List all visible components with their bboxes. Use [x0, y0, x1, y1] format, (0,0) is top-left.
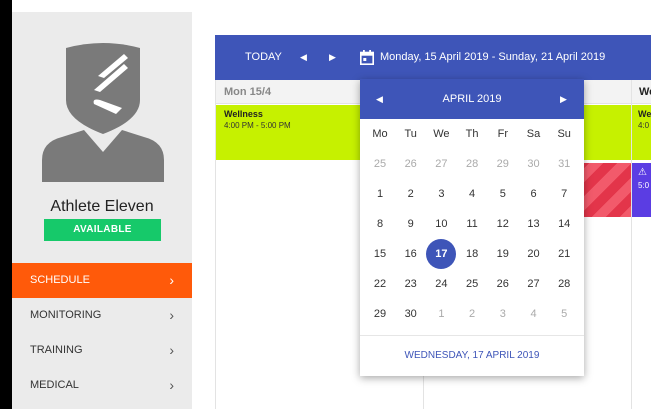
day-cell[interactable]: 12 [488, 209, 518, 239]
calendar-toolbar: TODAY ◀ ▶ Monday, 15 April 2019 - Sunday… [215, 35, 651, 80]
day-cell[interactable]: 18 [457, 239, 487, 269]
weekday-label: Sa [526, 128, 541, 140]
day-cell[interactable]: 26 [396, 149, 426, 179]
day-cell[interactable]: 9 [396, 209, 426, 239]
date-picker: APRIL 2019 ◀ ▶ Mo Tu We Th Fr Sa Su 25 26 27 28 29… [360, 79, 584, 376]
selected-date-label[interactable]: WEDNESDAY, 17 APRIL 2019 [360, 335, 584, 376]
day-cell-selected[interactable]: 17 [426, 239, 457, 269]
day-cell[interactable]: 25 [457, 269, 487, 299]
day-cell[interactable]: 25 [365, 149, 395, 179]
day-cell[interactable]: 7 [549, 179, 579, 209]
day-cell[interactable]: 22 [365, 269, 395, 299]
chevron-right-icon: › [169, 342, 174, 358]
nav-item-label: SCHEDULE [30, 274, 90, 286]
day-cell[interactable]: 14 [549, 209, 579, 239]
day-cell[interactable]: 31 [549, 149, 579, 179]
chevron-right-icon: › [169, 307, 174, 323]
day-cell[interactable]: 1 [426, 299, 456, 329]
day-cell[interactable]: 13 [519, 209, 549, 239]
weekday-label: Mo [372, 128, 388, 140]
weekday-label: Fr [497, 128, 508, 140]
day-cell[interactable]: 11 [457, 209, 487, 239]
day-cell[interactable]: 28 [549, 269, 579, 299]
day-cell[interactable]: 2 [457, 299, 487, 329]
prev-week-button[interactable]: ◀ [300, 35, 307, 80]
day-cell[interactable]: 28 [457, 149, 487, 179]
avatar-icon [42, 43, 164, 182]
nav-item-schedule[interactable]: SCHEDULE › [12, 263, 192, 298]
day-cell[interactable]: 10 [426, 209, 456, 239]
today-button[interactable]: TODAY [245, 35, 282, 80]
day-cell[interactable]: 21 [549, 239, 579, 269]
status-badge: AVAILABLE [44, 219, 161, 241]
day-cell[interactable]: 29 [365, 299, 395, 329]
day-cell[interactable]: 15 [365, 239, 395, 269]
prev-month-button[interactable]: ◀ [376, 79, 383, 119]
nav-item-training[interactable]: TRAINING › [12, 333, 192, 368]
day-cell[interactable]: 1 [365, 179, 395, 209]
sidebar-nav: SCHEDULE › MONITORING › TRAINING › MEDIC… [12, 263, 192, 403]
day-cell[interactable]: 19 [488, 239, 518, 269]
day-cell[interactable]: 16 [396, 239, 426, 269]
day-cell[interactable]: 30 [519, 149, 549, 179]
event-time: 5:0 [638, 181, 650, 190]
month-label[interactable]: APRIL 2019 [360, 79, 584, 119]
nav-item-monitoring[interactable]: MONITORING › [12, 298, 192, 333]
day-cell[interactable]: 4 [457, 179, 487, 209]
nav-item-label: MEDICAL [30, 379, 79, 391]
day-cell[interactable]: 27 [426, 149, 456, 179]
day-cell[interactable]: 20 [519, 239, 549, 269]
weekday-label: Tu [404, 128, 417, 140]
day-cell[interactable]: 24 [426, 269, 456, 299]
day-cell[interactable]: 6 [519, 179, 549, 209]
nav-item-label: TRAINING [30, 344, 83, 356]
day-cell[interactable]: 26 [488, 269, 518, 299]
chevron-right-icon: › [169, 272, 174, 288]
warning-icon: ⚠ [638, 167, 647, 178]
weekday-label: We [433, 128, 450, 140]
nav-item-medical[interactable]: MEDICAL › [12, 368, 192, 403]
nav-item-label: MONITORING [30, 309, 102, 321]
date-picker-header: APRIL 2019 ◀ ▶ [360, 79, 584, 119]
day-cell[interactable]: 8 [365, 209, 395, 239]
next-month-button[interactable]: ▶ [560, 79, 567, 119]
weekday-label: Su [557, 128, 571, 140]
day-cell[interactable]: 2 [396, 179, 426, 209]
event-time: 4:0 [638, 121, 650, 130]
weekday-label: Th [465, 128, 479, 140]
next-week-button[interactable]: ▶ [329, 35, 336, 80]
day-cell[interactable]: 27 [519, 269, 549, 299]
day-cell[interactable]: 23 [396, 269, 426, 299]
day-cell[interactable]: 5 [488, 179, 518, 209]
day-cell[interactable]: 3 [488, 299, 518, 329]
athlete-name: Athlete Eleven [50, 198, 154, 215]
day-cell[interactable]: 3 [426, 179, 456, 209]
event-wed[interactable]: We 4:0 [632, 105, 651, 160]
sidebar: Athlete Eleven AVAILABLE SCHEDULE › MONI… [12, 12, 192, 409]
day-cell[interactable]: 5 [549, 299, 579, 329]
calendar-icon[interactable] [360, 50, 374, 65]
day-cell[interactable]: 30 [396, 299, 426, 329]
day-header-wed: We [632, 80, 651, 104]
left-edge [0, 0, 12, 409]
event-alert[interactable]: ⚠ 5:0 [632, 163, 651, 217]
event-title: We [638, 109, 651, 119]
day-cell[interactable]: 29 [488, 149, 518, 179]
date-range-label[interactable]: Monday, 15 April 2019 - Sunday, 21 April… [380, 35, 605, 80]
chevron-right-icon: › [169, 377, 174, 393]
day-cell[interactable]: 4 [519, 299, 549, 329]
